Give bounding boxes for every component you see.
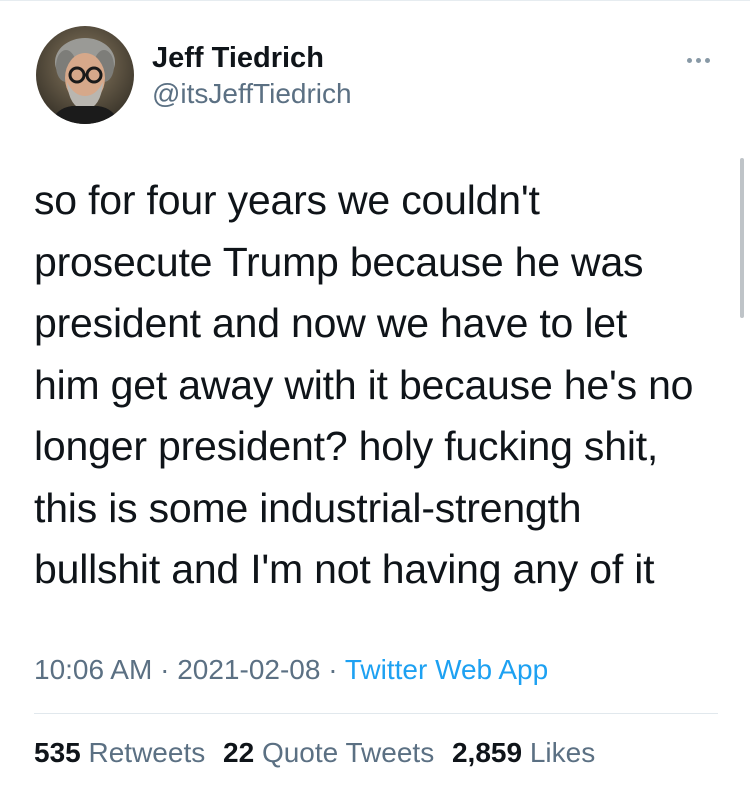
- stats-divider: [34, 713, 718, 714]
- engagement-stats: 535 Retweets 22 Quote Tweets 2,859 Likes: [34, 735, 595, 771]
- user-handle[interactable]: @itsJeffTiedrich: [152, 76, 352, 112]
- more-horizontal-icon: [695, 57, 701, 63]
- tweet-date[interactable]: 2021-02-08: [177, 654, 320, 685]
- tweet-time[interactable]: 10:06 AM: [34, 654, 152, 685]
- tweet-text-line: longer president? holy fucking shit,: [34, 423, 659, 469]
- retweets-label: Retweets: [88, 737, 206, 768]
- tweet-text: so for four years we couldn't prosecute …: [34, 170, 734, 601]
- author-info[interactable]: Jeff Tiedrich @itsJeffTiedrich: [152, 40, 352, 112]
- likes-count: 2,859: [451, 737, 523, 768]
- top-divider: [0, 0, 750, 1]
- tweet-text-line: so for four years we couldn't: [34, 177, 540, 223]
- meta-separator: ·: [160, 654, 170, 685]
- tweet-text-line: president and now we have to let: [34, 300, 628, 346]
- likes-stat[interactable]: 2,859 Likes: [452, 737, 595, 768]
- display-name[interactable]: Jeff Tiedrich: [152, 40, 352, 76]
- profile-photo-icon: [36, 26, 134, 124]
- quote-tweets-stat[interactable]: 22 Quote Tweets: [223, 737, 434, 768]
- avatar[interactable]: [36, 26, 134, 124]
- quote-tweets-count: 22: [223, 737, 255, 768]
- tweet-text-line: bullshit and I'm not having any of it: [34, 546, 655, 592]
- tweet-metadata: 10:06 AM · 2021-02-08 · Twitter Web App: [34, 652, 548, 688]
- more-options-button[interactable]: [680, 48, 716, 72]
- tweet-text-line: him get away with it because he's no: [34, 361, 694, 408]
- more-horizontal-icon: [704, 57, 710, 63]
- scrollbar[interactable]: [740, 158, 744, 318]
- tweet-text-line: prosecute Trump because he was: [34, 238, 644, 285]
- more-horizontal-icon: [686, 57, 692, 63]
- retweets-stat[interactable]: 535 Retweets: [34, 737, 205, 768]
- likes-label: Likes: [529, 737, 596, 768]
- retweets-count: 535: [34, 737, 81, 768]
- tweet-text-line: this is some industrial-strength: [34, 484, 582, 531]
- quote-tweets-label: Quote Tweets: [261, 737, 435, 768]
- tweet-source-link[interactable]: Twitter Web App: [345, 654, 548, 685]
- tweet-detail: Jeff Tiedrich @itsJeffTiedrich so for fo…: [0, 0, 750, 790]
- meta-separator: ·: [328, 654, 338, 685]
